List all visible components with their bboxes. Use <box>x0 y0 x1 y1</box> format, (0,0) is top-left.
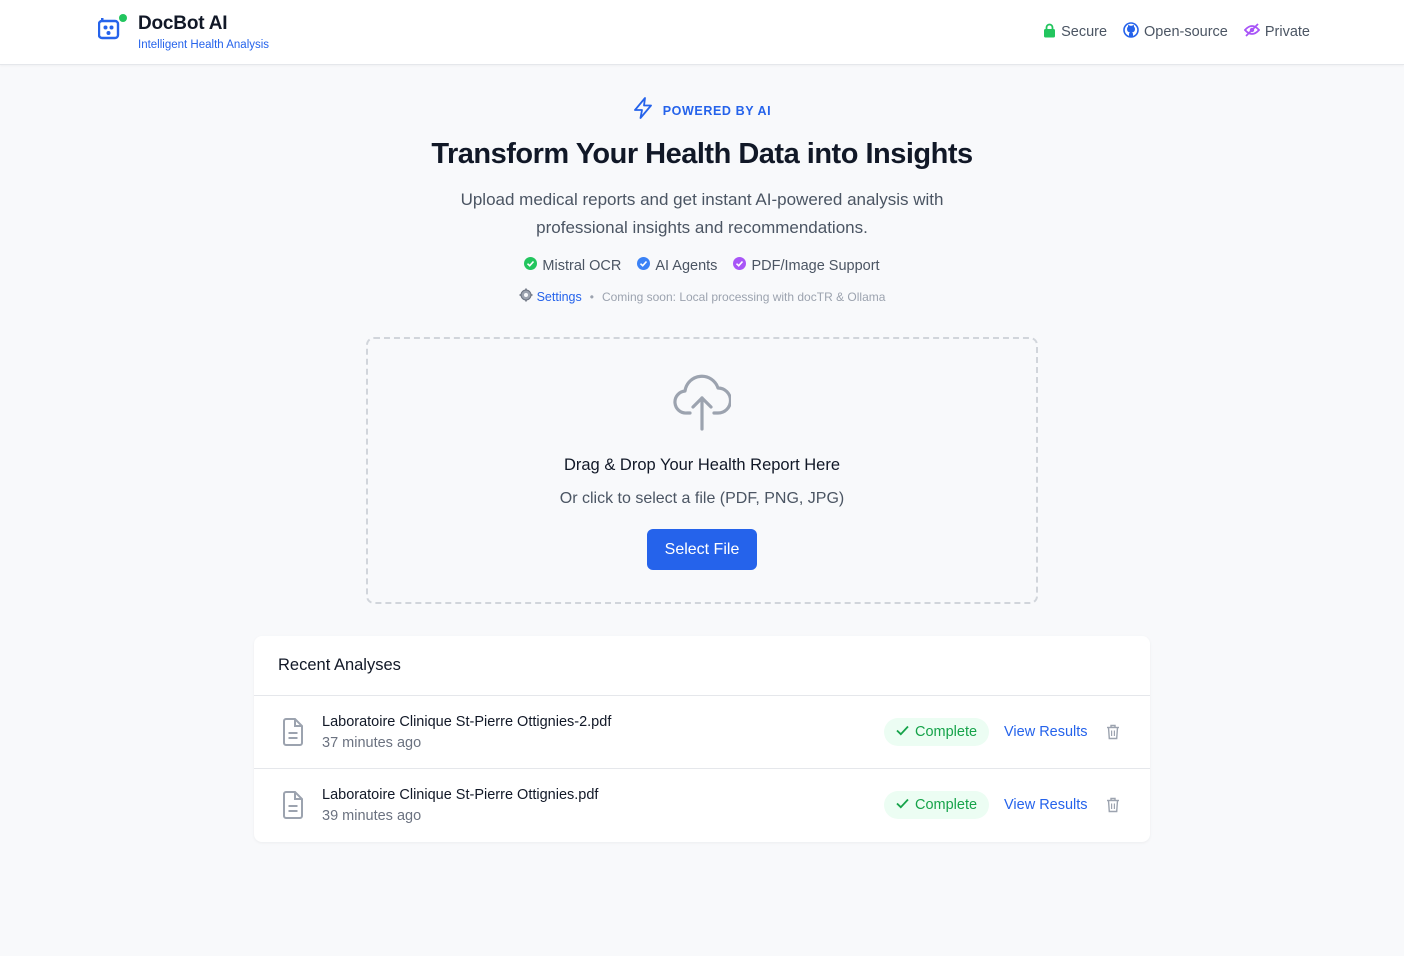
badge-private-label: Private <box>1264 24 1310 40</box>
status-badge: Complete <box>884 791 990 819</box>
view-results-link[interactable]: View Results <box>1004 724 1088 740</box>
document-icon <box>282 718 304 751</box>
powered-label: POWERED BY AI <box>662 103 772 118</box>
file-name: Laboratoire Clinique St-Pierre Ottignies… <box>322 714 612 730</box>
settings-label: Settings <box>536 289 582 304</box>
online-status-dot <box>119 14 127 22</box>
delete-trash-icon[interactable] <box>1106 724 1120 745</box>
feature-mistral-ocr: Mistral OCR <box>524 257 621 274</box>
status-label: Complete <box>915 724 978 740</box>
file-timestamp: 37 minutes ago <box>322 735 422 751</box>
check-circle-icon <box>733 257 747 274</box>
page-description: Upload medical reports and get instant A… <box>460 190 944 237</box>
lock-icon <box>1043 23 1056 42</box>
app-subtitle: Intelligent Health Analysis <box>138 39 270 51</box>
check-icon <box>896 724 909 740</box>
settings-row: Settings • Coming soon: Local processing… <box>0 288 1404 305</box>
powered-by-eyebrow: POWERED BY AI <box>0 97 1404 124</box>
select-file-button[interactable]: Select File <box>647 529 757 570</box>
analysis-row: Laboratoire Clinique St-Pierre Ottignies… <box>254 696 1150 769</box>
recent-analyses-title: Recent Analyses <box>254 636 1150 696</box>
check-circle-icon <box>637 257 651 274</box>
github-icon <box>1123 22 1139 42</box>
eye-off-icon <box>1243 23 1261 41</box>
gear-icon <box>519 288 533 305</box>
badge-private: Private <box>1243 22 1310 42</box>
status-label: Complete <box>915 797 978 813</box>
file-name: Laboratoire Clinique St-Pierre Ottignies… <box>322 787 599 803</box>
view-results-link[interactable]: View Results <box>1004 797 1088 813</box>
dropzone-title: Drag & Drop Your Health Report Here <box>563 456 841 474</box>
cloud-upload-icon <box>673 371 733 438</box>
status-badge: Complete <box>884 718 990 746</box>
dropzone-subtitle: Or click to select a file (PDF, PNG, JPG… <box>559 490 845 507</box>
coming-soon-note: Coming soon: Local processing with docTR… <box>601 289 886 304</box>
feature-pdf-image-support: PDF/Image Support <box>733 257 880 274</box>
page-title: Transform Your Health Data into Insights <box>431 138 973 170</box>
feature-label: AI Agents <box>655 257 718 274</box>
header-badges: Secure Open-source Private <box>1043 22 1310 42</box>
lightning-icon <box>633 97 653 124</box>
app-title: DocBot AI <box>138 13 228 34</box>
badge-secure: Secure <box>1043 22 1107 42</box>
document-icon <box>282 791 304 824</box>
badge-open-source-label: Open-source <box>1144 24 1228 40</box>
check-circle-icon <box>524 257 538 274</box>
feature-ai-agents: AI Agents <box>637 257 717 274</box>
analysis-row: Laboratoire Clinique St-Pierre Ottignies… <box>254 769 1150 842</box>
file-timestamp: 39 minutes ago <box>322 808 422 824</box>
top-navbar: DocBot AI Intelligent Health Analysis Se… <box>0 0 1404 65</box>
feature-label: Mistral OCR <box>542 257 622 274</box>
badge-open-source[interactable]: Open-source <box>1123 22 1228 42</box>
robot-logo-icon <box>97 14 127 44</box>
brand[interactable]: DocBot AI Intelligent Health Analysis <box>97 12 270 51</box>
separator-dot: • <box>589 289 594 304</box>
recent-analyses-panel: Recent Analyses Laboratoire Clinique St-… <box>254 636 1150 842</box>
feature-list: Mistral OCR AI Agents PDF/Image Support <box>0 257 1404 274</box>
check-icon <box>896 797 909 813</box>
badge-secure-label: Secure <box>1061 24 1108 40</box>
feature-label: PDF/Image Support <box>751 257 880 274</box>
settings-link[interactable]: Settings <box>519 288 582 305</box>
file-dropzone[interactable]: Drag & Drop Your Health Report Here Or c… <box>366 337 1038 604</box>
delete-trash-icon[interactable] <box>1106 797 1120 818</box>
